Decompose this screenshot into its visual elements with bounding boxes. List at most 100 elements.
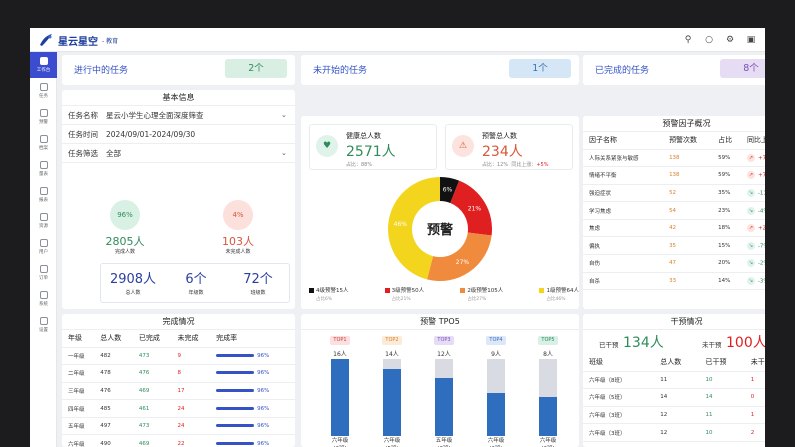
sidebar-item[interactable]: 任务 <box>30 78 57 104</box>
table-row[interactable]: 偏执3515%↘-7% <box>583 236 765 256</box>
top5-bar[interactable]: TOP4 9人六年级 (2班) <box>479 334 513 447</box>
total: 490 <box>94 434 133 447</box>
change-value: +7% <box>757 155 765 162</box>
change-value: +2% <box>757 225 765 232</box>
panel-title: 干预情况 <box>583 314 765 330</box>
user-icon[interactable]: ▣ <box>745 34 757 46</box>
sidebar-item[interactable]: 预警 <box>30 104 57 130</box>
chevron-down-icon: ⌄ <box>281 111 287 119</box>
table-row[interactable]: 五年级 497 473 24 96% <box>62 417 295 436</box>
sidebar-item[interactable]: 档案 <box>30 130 57 156</box>
factor-change: ↘-11% <box>740 184 765 203</box>
status-in-progress[interactable]: 进行中的任务 2个 <box>62 55 295 85</box>
top5-bar[interactable]: TOP2 14人六年级 (5班) <box>375 334 409 447</box>
column-header: 已完成 <box>132 330 172 348</box>
factor-pct: 23% <box>712 201 741 220</box>
sidebar-item[interactable]: 订单 <box>30 260 57 286</box>
bar-track <box>539 359 557 436</box>
sidebar-item[interactable]: 设置 <box>30 312 57 338</box>
sidebar-item[interactable]: 量表 <box>30 156 57 182</box>
status-not-started[interactable]: 未开始的任务 1个 <box>301 55 579 85</box>
not-intervened-value: 100人 <box>726 335 765 351</box>
sidebar-item[interactable]: 用户 <box>30 234 57 260</box>
progress-bar <box>216 388 255 392</box>
top5-bar[interactable]: TOP1 16人六年级 (2班) <box>323 334 357 447</box>
top5-bar[interactable]: TOP5 8人六年级 (2班) <box>531 334 565 447</box>
table-row[interactable]: 情绪不平衡13859%↗+7% <box>583 166 765 185</box>
bar-track <box>435 359 453 436</box>
completion-table: 年级 总人数 已完成 未完成 完成率 一年级 482 473 9 96% 二年级 478 476 8 96… <box>62 330 295 447</box>
arrow-up-icon: ↗ <box>746 153 755 162</box>
table-row[interactable]: 三年级 476 469 17 96% <box>62 382 295 401</box>
table-row[interactable]: 六年级 490 469 22 96% <box>62 434 295 447</box>
factor-name: 学习焦虑 <box>583 201 664 220</box>
top-rank-tag: TOP3 <box>434 336 454 345</box>
table-row[interactable]: 强迫症状5235%↘-11% <box>583 184 765 203</box>
sidebar-item[interactable]: 资源 <box>30 208 57 234</box>
search-icon[interactable]: ⚲ <box>682 34 694 46</box>
table-row[interactable]: 学习焦虑5423%↘-4% <box>583 201 765 220</box>
table-row[interactable]: 六年级（5班） 14 14 0 <box>583 388 765 407</box>
column-header: 占比 <box>712 132 741 150</box>
table-row[interactable]: 六年级（3班） 12 10 2 <box>583 423 765 442</box>
change-value: +7% <box>757 172 765 179</box>
bar-track <box>383 359 401 436</box>
done: 473 <box>132 417 172 436</box>
table-row[interactable]: 人际关系紧张与敏感13859%↗+7% <box>583 149 765 168</box>
intervention-summary: 已干预 134人 未干预 100人 <box>583 330 765 354</box>
undone: 8 <box>171 364 211 383</box>
classes-num: 72个 <box>243 272 273 287</box>
task-icon <box>39 83 48 91</box>
bell-icon[interactable]: ○ <box>703 34 715 46</box>
donut-slice[interactable] <box>427 232 492 281</box>
intervention-table: 班级总人数已干预未干预 六年级（8班）11101六年级（5班）14140六年级（… <box>583 354 765 447</box>
table-row[interactable]: 自伤4720%↘-2% <box>583 254 765 273</box>
factor-change: ↘-7% <box>740 236 765 256</box>
column-header: 总人数 <box>94 330 133 348</box>
table-row[interactable]: 二年级 478 476 8 96% <box>62 364 295 383</box>
panel-title: 基本信息 <box>62 90 295 106</box>
bar-fill <box>539 397 557 436</box>
top5-bar-chart: TOP1 16人六年级 (2班) TOP2 14人六年级 (5班) TOP3 12人五年级… <box>301 334 579 447</box>
grade: 四年级 <box>62 399 95 418</box>
factor-change: ↗+7% <box>740 149 765 168</box>
intervened: 11 <box>699 406 745 425</box>
sidebar-item[interactable]: 工作台 <box>30 52 57 78</box>
donut-slice-label: 21% <box>468 206 482 213</box>
table-row[interactable]: 六年级（3班） 12 11 1 <box>583 406 765 425</box>
task-time-field[interactable]: 任务时间 2024/09/01-2024/09/30 <box>62 125 295 144</box>
table-row[interactable]: 四年级 485 461 24 96% <box>62 399 295 418</box>
factor-change: ↘-2% <box>740 254 765 273</box>
table-row[interactable]: 自杀3314%↘-3% <box>583 272 765 291</box>
chevron-down-icon: ⌄ <box>281 149 287 157</box>
column-header: 未干预 <box>744 354 765 372</box>
health-value: 2571人 <box>346 144 396 160</box>
brand[interactable]: 星云星空 - 教育 <box>38 32 118 48</box>
uncompleted-label: 未完成人数 <box>225 249 251 255</box>
sidebar-item[interactable]: 报表 <box>30 182 57 208</box>
task-name-select[interactable]: 任务名称 星云小学生心理全面深度筛查 ⌄ <box>62 106 295 125</box>
total: 497 <box>94 417 133 436</box>
top5-bar[interactable]: TOP3 12人五年级 (3班) <box>427 334 461 447</box>
sidebar: 工作台 任务 预警 档案 量表 报表 资源用户订单 系统 设置 <box>30 52 57 447</box>
status-completed[interactable]: 已完成的任务 8个 <box>583 55 765 85</box>
table-row[interactable]: 一年级 482 473 9 96% <box>62 347 295 366</box>
factor-count: 54 <box>663 201 713 220</box>
sidebar-item-label: 用户 <box>39 250 48 255</box>
status-label: 进行中的任务 <box>74 66 129 76</box>
table-row[interactable]: 六年级（4班）16160 <box>583 441 765 447</box>
sidebar-item[interactable]: 系统 <box>30 286 57 312</box>
grade: 六年级 <box>62 434 95 447</box>
total: 12 <box>654 423 700 442</box>
bar-count: 14人 <box>385 351 399 358</box>
table-row[interactable]: 焦虑4218%↗+2% <box>583 219 765 238</box>
donut-center-label: 预警 <box>427 222 453 238</box>
task-filter-select[interactable]: 任务筛选 全部 ⌄ <box>62 144 295 163</box>
progress-bar <box>216 441 255 445</box>
column-header: 总人数 <box>654 354 700 372</box>
settings-icon[interactable]: ⚙ <box>724 34 736 46</box>
factor-pct: 15% <box>712 236 741 256</box>
top-bar: 星云星空 - 教育 ⚲ ○ ⚙ ▣ <box>30 28 765 52</box>
table-row[interactable]: 六年级（8班） 11 10 1 <box>583 371 765 390</box>
grade: 三年级 <box>62 382 95 401</box>
